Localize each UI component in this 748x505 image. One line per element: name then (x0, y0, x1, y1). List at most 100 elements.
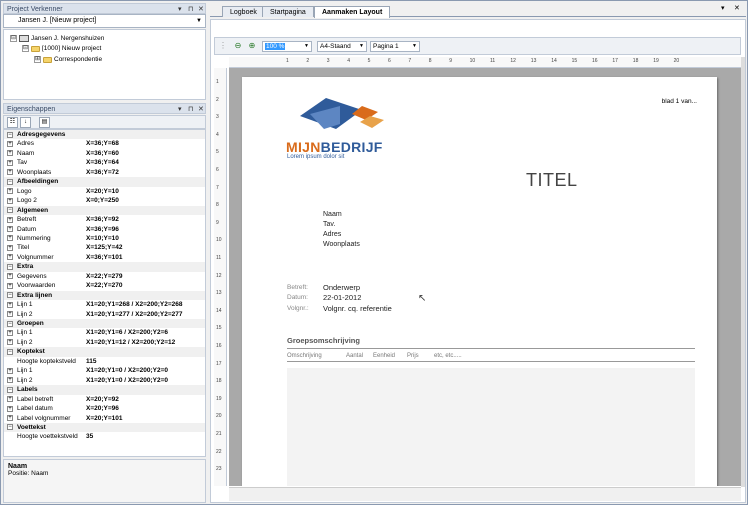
property-row[interactable]: + Adres X=36;Y=68 (4, 139, 205, 148)
property-row[interactable]: + Logo X=20;Y=10 (4, 187, 205, 196)
tree-node-client[interactable]: ⊟ Jansen J. Nergenshuizen (10, 35, 104, 42)
tree-node-project[interactable]: ⊟ [1000] Nieuw project (22, 45, 101, 52)
collapse-icon[interactable]: ⊟ (10, 35, 17, 42)
page-select[interactable]: Pagina 1 ▼ (370, 41, 420, 52)
property-row[interactable]: + Logo 2 X=0;Y=250 (4, 196, 205, 205)
property-value[interactable]: X=10;Y=10 (86, 234, 119, 243)
property-value[interactable]: X=22;Y=279 (86, 272, 123, 281)
close-tab-icon[interactable]: ✕ (734, 4, 740, 12)
horizontal-scrollbar[interactable] (229, 487, 741, 501)
property-value[interactable]: X1=20;Y1=268 / X2=200;Y2=268 (86, 300, 183, 309)
property-row[interactable]: Hoogte koptekstveld 115 (4, 357, 205, 366)
property-value[interactable]: X1=20;Y1=12 / X2=200;Y2=12 (86, 338, 175, 347)
property-category[interactable]: − Adresgegevens (4, 130, 205, 140)
expand-icon[interactable]: + (7, 197, 13, 204)
property-value[interactable]: 115 (86, 357, 97, 366)
property-value[interactable]: X=0;Y=250 (86, 196, 119, 205)
property-category[interactable]: − Extra lijnen (4, 290, 205, 301)
property-category[interactable]: − Koptekst (4, 347, 205, 357)
property-row[interactable]: + Woonplaats X=36;Y=72 (4, 168, 205, 177)
property-value[interactable]: X=36;Y=68 (86, 139, 119, 148)
vertical-scrollbar[interactable] (741, 57, 745, 487)
sort-alpha-icon[interactable]: ↓ (20, 117, 31, 128)
property-value[interactable]: X=22;Y=270 (86, 281, 123, 290)
paper-select[interactable]: A4-Staand ▼ (317, 41, 367, 52)
close-icon[interactable]: ✕ (198, 104, 204, 115)
property-value[interactable]: X1=20;Y1=0 / X2=200;Y2=0 (86, 376, 168, 385)
property-pages-icon[interactable]: ▤ (39, 117, 50, 128)
property-row[interactable]: + Label volgnummer X=20;Y=101 (4, 414, 205, 423)
collapse-icon[interactable]: − (7, 207, 13, 214)
property-row[interactable]: + Nummering X=10;Y=10 (4, 234, 205, 243)
tab-startpagina[interactable]: Startpagina (262, 6, 314, 17)
expand-icon[interactable]: ⊞ (34, 56, 41, 63)
expand-icon[interactable]: + (7, 226, 13, 232)
property-value[interactable]: X=36;Y=72 (86, 168, 119, 177)
expand-icon[interactable]: + (7, 150, 13, 157)
expand-icon[interactable]: + (7, 140, 13, 147)
tree-node-correspondentie[interactable]: ⊞ Correspondentie (34, 56, 102, 63)
panel-menu-icon[interactable]: ▾ (178, 104, 182, 115)
property-row[interactable]: + Datum X=36;Y=96 (4, 225, 205, 234)
property-row[interactable]: + Label betreft X=20;Y=92 (4, 395, 205, 404)
property-value[interactable]: 35 (86, 432, 93, 441)
collapse-icon[interactable]: − (7, 263, 13, 270)
property-row[interactable]: + Lijn 1 X1=20;Y1=268 / X2=200;Y2=268 (4, 300, 205, 309)
tab-list-icon[interactable]: ▾ (721, 4, 725, 12)
property-value[interactable]: X1=20;Y1=0 / X2=200;Y2=0 (86, 366, 168, 375)
property-category[interactable]: − Extra (4, 262, 205, 272)
expand-icon[interactable]: + (7, 367, 13, 374)
property-row[interactable]: + Gegevens X=22;Y=279 (4, 272, 205, 281)
tab-logboek[interactable]: Logboek (222, 6, 265, 17)
pin-icon[interactable]: ⊓ (188, 104, 193, 115)
expand-icon[interactable]: + (7, 282, 13, 289)
expand-icon[interactable]: + (7, 396, 13, 403)
expand-icon[interactable]: + (7, 216, 13, 223)
collapse-icon[interactable]: − (7, 320, 13, 327)
property-category[interactable]: − Labels (4, 385, 205, 395)
expand-icon[interactable]: + (7, 311, 13, 318)
expand-icon[interactable]: + (7, 169, 13, 176)
expand-icon[interactable]: + (7, 405, 13, 412)
property-row[interactable]: + Voorwaarden X=22;Y=270 (4, 281, 205, 290)
property-category[interactable]: − Voettekst (4, 422, 205, 433)
categorized-icon[interactable]: ☷ (7, 117, 18, 128)
property-row[interactable]: + Lijn 2 X1=20;Y1=277 / X2=200;Y2=277 (4, 310, 205, 319)
property-value[interactable]: X=36;Y=96 (86, 225, 119, 234)
property-category[interactable]: − Algemeen (4, 205, 205, 215)
property-row[interactable]: + Volgnummer X=36;Y=101 (4, 253, 205, 262)
collapse-icon[interactable]: − (7, 131, 13, 138)
property-value[interactable]: X=20;Y=92 (86, 395, 119, 404)
collapse-icon[interactable]: − (7, 178, 13, 185)
page-canvas[interactable]: blad 1 van... MIJNBEDRIJF Lorem ipsum do… (229, 68, 741, 486)
property-row[interactable]: Hoogte voettekstveld 35 (4, 432, 205, 441)
property-value[interactable]: X=36;Y=92 (86, 215, 119, 224)
project-combo[interactable]: Jansen J. [Nieuw project] ▼ (3, 14, 206, 28)
tab-aanmaken-layout[interactable]: Aanmaken Layout (314, 6, 391, 18)
collapse-icon[interactable]: − (7, 386, 13, 393)
property-row[interactable]: + Lijn 2 X1=20;Y1=0 / X2=200;Y2=0 (4, 376, 205, 385)
property-value[interactable]: X=36;Y=64 (86, 158, 119, 167)
property-row[interactable]: + Lijn 1 X1=20;Y1=0 / X2=200;Y2=0 (4, 366, 205, 375)
property-row[interactable]: + Label datum X=20;Y=96 (4, 404, 205, 413)
expand-icon[interactable]: + (7, 339, 13, 346)
collapse-icon[interactable]: − (7, 424, 13, 431)
zoom-out-icon[interactable]: ⊖ (232, 40, 244, 52)
property-row[interactable]: + Lijn 2 X1=20;Y1=12 / X2=200;Y2=12 (4, 338, 205, 347)
property-value[interactable]: X=36;Y=101 (86, 253, 123, 262)
property-value[interactable]: X=125;Y=42 (86, 243, 123, 252)
property-category[interactable]: − Groepen (4, 319, 205, 329)
expand-icon[interactable]: + (7, 329, 13, 336)
collapse-icon[interactable]: − (7, 292, 13, 299)
property-row[interactable]: + Lijn 1 X1=20;Y1=6 / X2=200;Y2=6 (4, 328, 205, 337)
expand-icon[interactable]: + (7, 159, 13, 166)
expand-icon[interactable]: + (7, 244, 13, 251)
property-value[interactable]: X=20;Y=101 (86, 414, 123, 423)
collapse-icon[interactable]: ⊟ (22, 45, 29, 52)
property-row[interactable]: + Naam X=36;Y=60 (4, 149, 205, 158)
property-value[interactable]: X=36;Y=60 (86, 149, 119, 158)
collapse-icon[interactable]: − (7, 348, 13, 355)
property-category[interactable]: − Afbeeldingen (4, 177, 205, 187)
property-row[interactable]: + Tav X=36;Y=64 (4, 158, 205, 167)
property-value[interactable]: X1=20;Y1=6 / X2=200;Y2=6 (86, 328, 168, 337)
